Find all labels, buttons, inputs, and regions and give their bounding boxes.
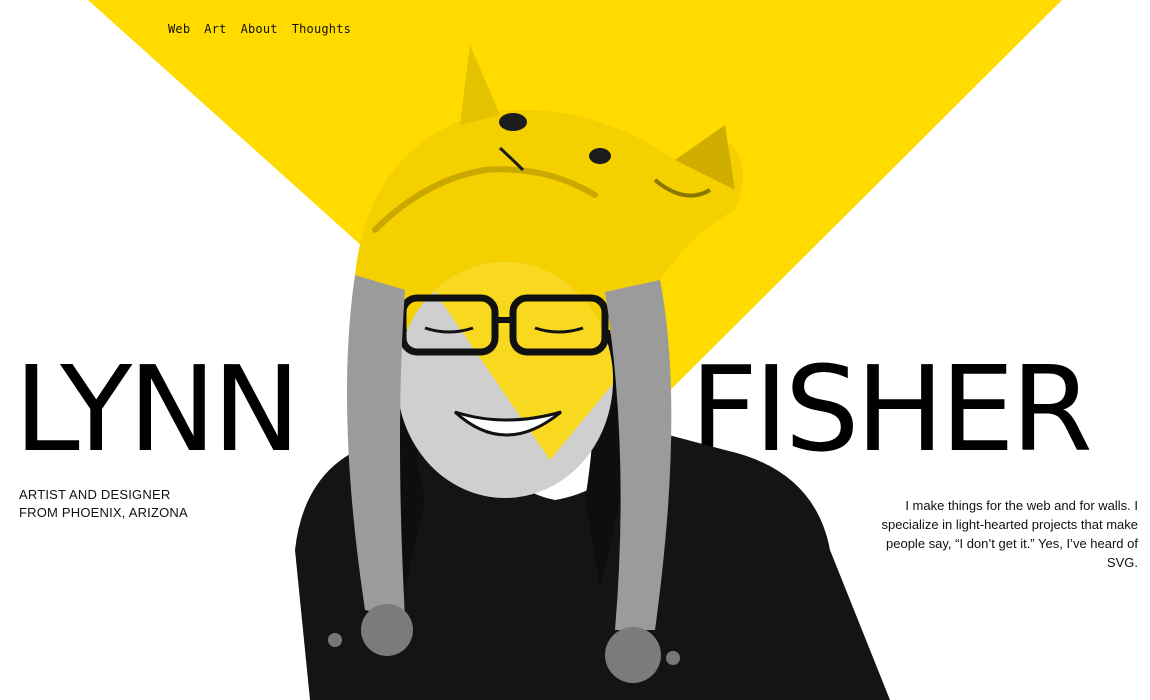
tagline: ARTIST AND DESIGNER FROM PHOENIX, ARIZON… <box>19 486 188 522</box>
main-nav: Web Art About Thoughts <box>168 22 351 36</box>
nav-art[interactable]: Art <box>204 22 226 36</box>
nav-web[interactable]: Web <box>168 22 190 36</box>
bio-text: I make things for the web and for walls.… <box>881 498 1138 570</box>
tagline-line-1: ARTIST AND DESIGNER <box>19 487 171 502</box>
tagline-line-2: FROM PHOENIX, ARIZONA <box>19 505 188 520</box>
nav-thoughts[interactable]: Thoughts <box>292 22 351 36</box>
nav-about[interactable]: About <box>241 22 278 36</box>
portrait-photo <box>295 45 890 700</box>
